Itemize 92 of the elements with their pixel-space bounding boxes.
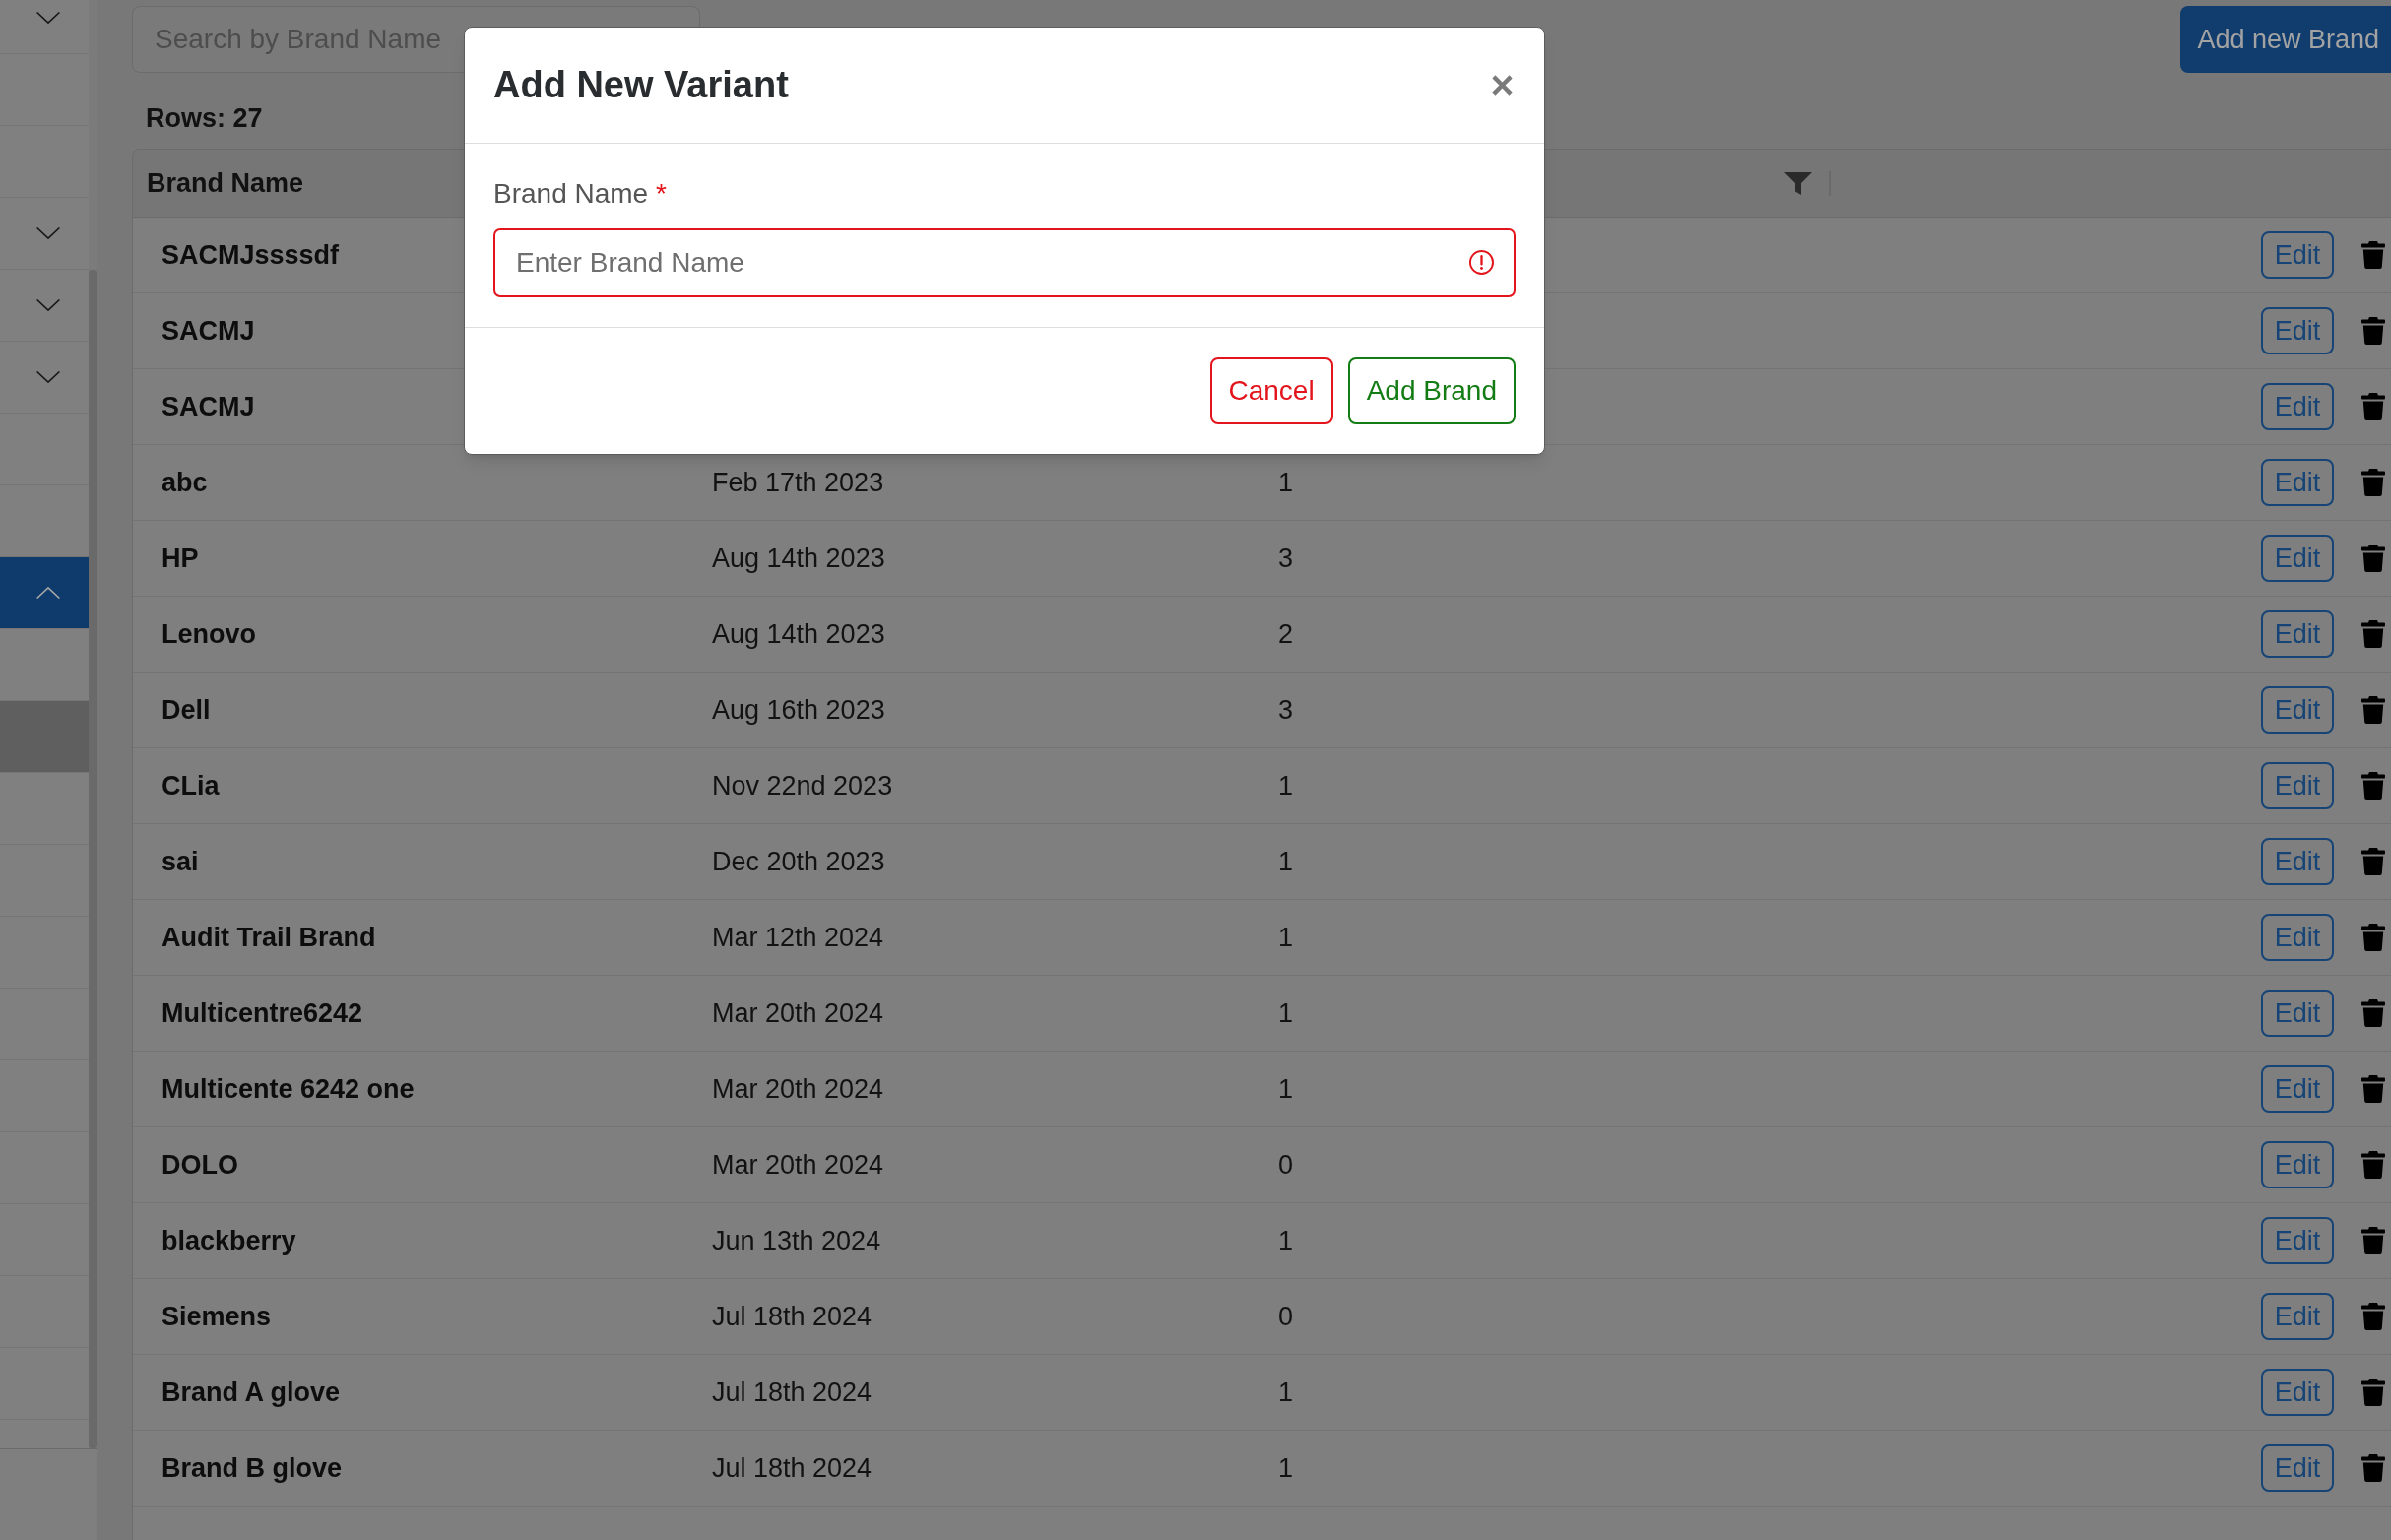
brand-name: Dell xyxy=(162,694,211,725)
brand-name: Brand B glove xyxy=(162,1452,343,1483)
trash-icon[interactable] xyxy=(2361,848,2385,875)
date-text: Feb 17th 2023 xyxy=(712,467,884,497)
trash-icon[interactable] xyxy=(2361,393,2385,420)
sidebar-item[interactable] xyxy=(0,557,89,629)
row-count: Rows: 27 xyxy=(146,102,263,135)
brand-name: Siemens xyxy=(162,1301,272,1331)
trash-icon[interactable] xyxy=(2361,999,2385,1027)
brand-name: Lenovo xyxy=(162,618,256,649)
number-text: 3 xyxy=(1278,694,1294,725)
brand-name: sai xyxy=(162,846,199,876)
number-text: 1 xyxy=(1278,922,1294,952)
edit-button[interactable]: Edit xyxy=(2261,686,2334,734)
date-text: Jul 18th 2024 xyxy=(712,1301,872,1331)
cancel-button[interactable]: Cancel xyxy=(1209,357,1333,424)
column-header[interactable]: Brand Name xyxy=(147,167,304,198)
edit-button[interactable]: Edit xyxy=(2261,535,2334,582)
trash-icon[interactable] xyxy=(2361,1303,2385,1330)
trash-icon[interactable] xyxy=(2361,241,2385,269)
date-text: Nov 22nd 2023 xyxy=(712,770,893,801)
edit-button[interactable]: Edit xyxy=(2261,1141,2334,1188)
date-text: Jul 18th 2024 xyxy=(712,1377,872,1407)
edit-button[interactable]: Edit xyxy=(2261,231,2334,279)
trash-icon[interactable] xyxy=(2361,696,2385,724)
alert-icon xyxy=(1469,250,1494,275)
date-text: Aug 14th 2023 xyxy=(712,543,885,573)
brand-name: Audit Trail Brand xyxy=(162,922,376,952)
number-text: 2 xyxy=(1278,618,1294,649)
close-button[interactable] xyxy=(1491,74,1514,96)
trash-icon[interactable] xyxy=(2361,1075,2385,1103)
edit-button[interactable]: Edit xyxy=(2261,1444,2334,1492)
number-text: 1 xyxy=(1278,1073,1294,1104)
add-new-brand-button[interactable]: Add new Brand xyxy=(2180,6,2391,73)
date-text: Jul 18th 2024 xyxy=(712,1452,872,1483)
number-text: 1 xyxy=(1278,770,1294,801)
date-text: Mar 20th 2024 xyxy=(712,997,884,1028)
date-text: Jun 13th 2024 xyxy=(712,1225,881,1255)
date-text: Mar 20th 2024 xyxy=(712,1149,884,1180)
brand-name: HP xyxy=(162,543,199,573)
trash-icon[interactable] xyxy=(2361,620,2385,648)
number-text: 1 xyxy=(1278,1452,1294,1483)
number-text: 1 xyxy=(1278,846,1294,876)
number-text: 1 xyxy=(1278,467,1294,497)
edit-button[interactable]: Edit xyxy=(2261,1065,2334,1113)
scrollbar-thumb[interactable] xyxy=(89,270,97,1448)
date-text: Mar 12th 2024 xyxy=(712,922,884,952)
number-text: 1 xyxy=(1278,997,1294,1028)
brand-name: SACMJ xyxy=(162,315,255,346)
edit-button[interactable]: Edit xyxy=(2261,1369,2334,1416)
number-text: 0 xyxy=(1278,1149,1294,1180)
date-text: Dec 20th 2023 xyxy=(712,846,885,876)
close-icon xyxy=(1491,74,1514,96)
trash-icon[interactable] xyxy=(2361,1151,2385,1179)
trash-icon[interactable] xyxy=(2361,545,2385,572)
edit-button[interactable]: Edit xyxy=(2261,914,2334,961)
edit-button[interactable]: Edit xyxy=(2261,459,2334,506)
date-text: Aug 16th 2023 xyxy=(712,694,885,725)
number-text: 1 xyxy=(1278,1377,1294,1407)
edit-button[interactable]: Edit xyxy=(2261,307,2334,354)
brand-name: DOLO xyxy=(162,1149,238,1180)
edit-button[interactable]: Edit xyxy=(2261,1293,2334,1340)
edit-button[interactable]: Edit xyxy=(2261,990,2334,1037)
brand-name: SACMJssssdf xyxy=(162,239,340,270)
trash-icon[interactable] xyxy=(2361,772,2385,800)
brand-name-input[interactable]: Enter Brand Name xyxy=(493,228,1516,297)
brand-name: Multicentre6242 xyxy=(162,997,363,1028)
add-brand-button[interactable]: Add Brand xyxy=(1347,357,1516,424)
edit-button[interactable]: Edit xyxy=(2261,383,2334,430)
brand-name: CLia xyxy=(162,770,220,801)
filter-icon[interactable] xyxy=(1784,171,1812,195)
edit-button[interactable]: Edit xyxy=(2261,762,2334,809)
brand-name: abc xyxy=(162,467,208,497)
number-text: 0 xyxy=(1278,1301,1294,1331)
edit-button[interactable]: Edit xyxy=(2261,838,2334,885)
number-text: 1 xyxy=(1278,1225,1294,1255)
brand-name: SACMJ xyxy=(162,391,255,421)
edit-button[interactable]: Edit xyxy=(2261,610,2334,658)
trash-icon[interactable] xyxy=(2361,924,2385,951)
trash-icon[interactable] xyxy=(2361,1227,2385,1254)
trash-icon[interactable] xyxy=(2361,317,2385,345)
date-text: Aug 14th 2023 xyxy=(712,618,885,649)
brand-name: Brand A glove xyxy=(162,1377,341,1407)
trash-icon[interactable] xyxy=(2361,1379,2385,1406)
field-label: Brand Name * xyxy=(493,177,667,211)
trash-icon[interactable] xyxy=(2361,1454,2385,1482)
date-text: Mar 20th 2024 xyxy=(712,1073,884,1104)
brand-name: Multicente 6242 one xyxy=(162,1073,415,1104)
number-text: 3 xyxy=(1278,543,1294,573)
trash-icon[interactable] xyxy=(2361,469,2385,496)
brand-name: blackberry xyxy=(162,1225,296,1255)
edit-button[interactable]: Edit xyxy=(2261,1217,2334,1264)
